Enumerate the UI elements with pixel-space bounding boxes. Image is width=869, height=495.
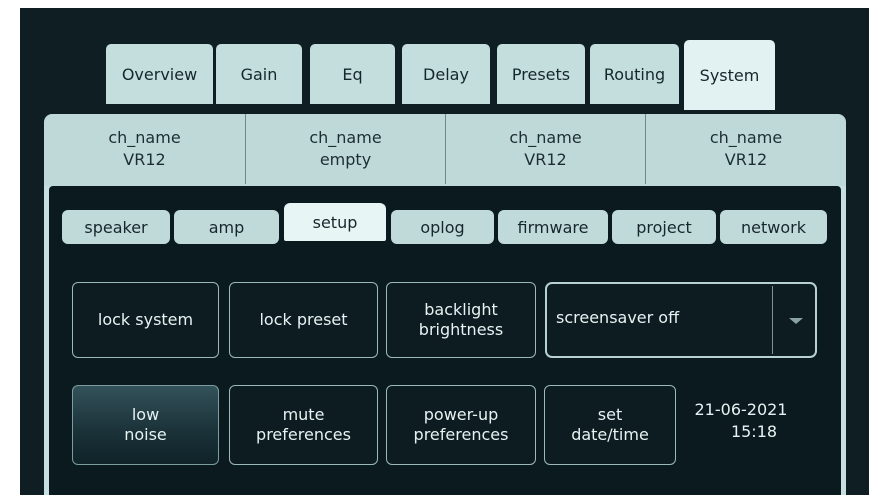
subtab-oplog[interactable]: oplog: [391, 210, 494, 244]
channel-model: VR12: [123, 150, 166, 169]
subtab-project[interactable]: project: [612, 210, 716, 244]
powerup-label-line1: power-up: [423, 405, 499, 424]
low-noise-label-line2: noise: [124, 425, 167, 444]
current-time: 15:18: [730, 422, 778, 441]
channel-name: ch_name: [309, 128, 382, 147]
channel-2[interactable]: ch_name empty: [246, 114, 446, 184]
backlight-label-line2: brightness: [418, 320, 504, 339]
backlight-brightness-button[interactable]: backlight brightness: [386, 282, 536, 358]
power-up-preferences-button[interactable]: power-up preferences: [386, 385, 536, 465]
setdate-label-line1: set: [597, 405, 623, 424]
tab-gain[interactable]: Gain: [216, 44, 302, 104]
setdate-label-line2: date/time: [571, 425, 649, 444]
mute-label-line1: mute: [282, 405, 325, 424]
mute-preferences-button[interactable]: mute preferences: [229, 385, 378, 465]
channel-4[interactable]: ch_name VR12: [646, 114, 846, 184]
subtab-setup[interactable]: setup: [284, 203, 386, 241]
backlight-label-line1: backlight: [424, 300, 498, 319]
lock-system-button[interactable]: lock system: [72, 282, 219, 358]
subtab-firmware[interactable]: firmware: [498, 210, 608, 244]
dropdown-divider: [772, 286, 773, 354]
channel-bar: ch_name VR12 ch_name empty ch_name VR12 …: [44, 114, 846, 188]
channel-3[interactable]: ch_name VR12: [446, 114, 646, 184]
lock-preset-button[interactable]: lock preset: [229, 282, 378, 358]
channel-name: ch_name: [108, 128, 181, 147]
channel-model: VR12: [724, 150, 768, 169]
powerup-label-line2: preferences: [413, 425, 509, 444]
tab-system[interactable]: System: [684, 40, 775, 110]
channel-1[interactable]: ch_name VR12: [44, 114, 246, 184]
current-datetime: 21-06-2021 15:18: [676, 399, 806, 443]
tab-presets[interactable]: Presets: [497, 44, 585, 104]
screensaver-value: screensaver off: [556, 308, 680, 327]
subtab-network[interactable]: network: [720, 210, 827, 244]
lock-preset-label: lock preset: [259, 310, 348, 329]
low-noise-label-line1: low: [131, 405, 160, 424]
current-date: 21-06-2021: [694, 400, 788, 419]
channel-name: ch_name: [509, 128, 582, 147]
channel-name: ch_name: [709, 128, 783, 147]
set-date-time-button[interactable]: set date/time: [544, 385, 676, 465]
screensaver-select[interactable]: screensaver off: [545, 282, 817, 358]
channel-model: VR12: [524, 150, 567, 169]
tab-overview[interactable]: Overview: [106, 44, 213, 104]
channel-model: empty: [319, 150, 372, 169]
low-noise-button[interactable]: low noise: [72, 385, 219, 465]
lock-system-label: lock system: [97, 310, 194, 329]
mute-label-line2: preferences: [256, 425, 351, 444]
subtab-amp[interactable]: amp: [174, 210, 279, 244]
chevron-down-icon[interactable]: [789, 318, 803, 324]
tab-eq[interactable]: Eq: [310, 44, 395, 104]
tab-delay[interactable]: Delay: [402, 44, 490, 104]
tab-routing[interactable]: Routing: [590, 44, 679, 104]
subtab-speaker[interactable]: speaker: [62, 210, 170, 244]
